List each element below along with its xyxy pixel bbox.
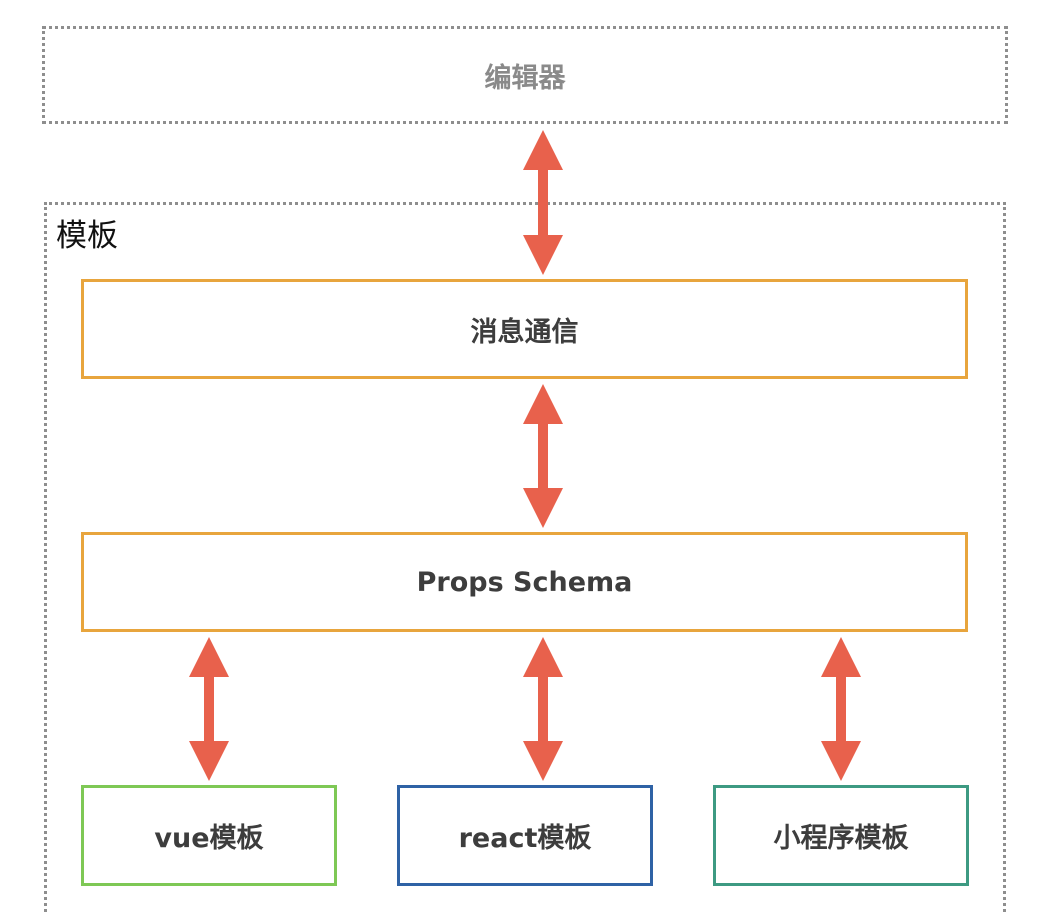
connection-arrows — [189, 130, 861, 781]
architecture-diagram: 编辑器 模板 消息通信 Props Schema vue模板 react模板 小… — [0, 0, 1041, 913]
